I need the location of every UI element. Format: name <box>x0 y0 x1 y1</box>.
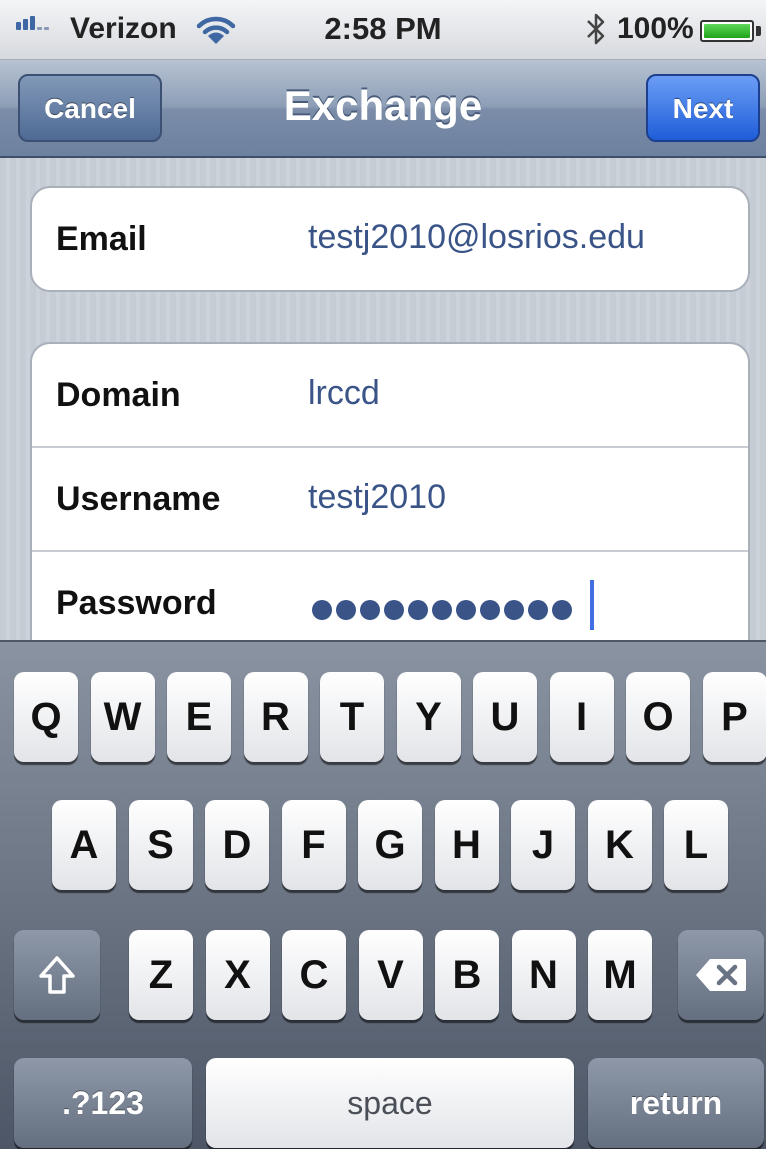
battery-icon <box>700 20 754 42</box>
key-r[interactable]: R <box>243 672 308 762</box>
shift-icon <box>39 956 75 994</box>
email-row[interactable]: Email testj2010@losrios.edu <box>32 188 748 290</box>
email-field[interactable]: testj2010@losrios.edu <box>308 218 645 257</box>
key-g[interactable]: G <box>358 800 422 890</box>
username-field[interactable]: testj2010 <box>308 478 446 517</box>
key-h[interactable]: H <box>434 800 499 890</box>
backspace-key[interactable] <box>678 930 764 1020</box>
numbers-key[interactable]: .?123 <box>14 1058 192 1148</box>
form-content: Email testj2010@losrios.edu Domain lrccd… <box>0 158 766 640</box>
backspace-icon <box>696 959 746 991</box>
email-group: Email testj2010@losrios.edu <box>30 186 750 292</box>
password-dot <box>360 600 380 620</box>
key-j[interactable]: J <box>511 800 575 890</box>
key-t[interactable]: T <box>320 672 384 762</box>
password-dot <box>552 600 572 620</box>
keyboard: .?123 space return QWERTYUIOP ASDFGHJKL ZX… <box>0 640 766 1149</box>
password-dot <box>384 600 404 620</box>
next-button[interactable]: Next <box>646 74 760 142</box>
key-z[interactable]: Z <box>129 930 193 1020</box>
key-y[interactable]: Y <box>396 672 461 762</box>
domain-label: Domain <box>56 376 181 414</box>
key-u[interactable]: U <box>473 672 537 762</box>
username-row[interactable]: Username testj2010 <box>32 448 748 552</box>
key-f[interactable]: F <box>281 800 346 890</box>
space-key[interactable]: space <box>206 1058 574 1148</box>
account-group: Domain lrccd Username testj2010 Password <box>30 342 750 640</box>
password-field[interactable] <box>312 600 572 620</box>
key-k[interactable]: K <box>587 800 652 890</box>
key-x[interactable]: X <box>205 930 270 1020</box>
password-label: Password <box>56 584 217 622</box>
status-bar: Verizon 2:58 PM 100% <box>0 0 766 60</box>
password-row[interactable]: Password <box>32 552 748 640</box>
key-m[interactable]: M <box>588 930 652 1020</box>
key-w[interactable]: W <box>90 672 155 762</box>
password-dot <box>480 600 500 620</box>
password-dot <box>528 600 548 620</box>
key-p[interactable]: P <box>702 672 766 762</box>
key-n[interactable]: N <box>511 930 576 1020</box>
key-o[interactable]: O <box>626 672 690 762</box>
password-dot <box>504 600 524 620</box>
key-i[interactable]: I <box>549 672 614 762</box>
password-dot <box>456 600 476 620</box>
battery-fill <box>704 24 750 38</box>
key-b[interactable]: B <box>435 930 499 1020</box>
nav-bar: Cancel Exchange Next <box>0 60 766 158</box>
bluetooth-icon <box>587 13 605 45</box>
key-d[interactable]: D <box>205 800 269 890</box>
domain-field[interactable]: lrccd <box>308 374 380 413</box>
battery-percent: 100% <box>617 12 694 45</box>
domain-row[interactable]: Domain lrccd <box>32 344 748 448</box>
password-dot <box>336 600 356 620</box>
password-dot <box>312 600 332 620</box>
shift-key[interactable] <box>14 930 100 1020</box>
key-e[interactable]: E <box>167 672 231 762</box>
key-a[interactable]: A <box>52 800 116 890</box>
password-dot <box>432 600 452 620</box>
return-key[interactable]: return <box>588 1058 764 1148</box>
key-s[interactable]: S <box>128 800 193 890</box>
key-l[interactable]: L <box>664 800 728 890</box>
text-caret <box>590 580 594 630</box>
username-label: Username <box>56 480 221 518</box>
password-dot <box>408 600 428 620</box>
key-v[interactable]: V <box>358 930 423 1020</box>
key-c[interactable]: C <box>282 930 346 1020</box>
key-q[interactable]: Q <box>14 672 78 762</box>
email-label: Email <box>56 220 147 258</box>
battery-tip <box>756 26 761 36</box>
